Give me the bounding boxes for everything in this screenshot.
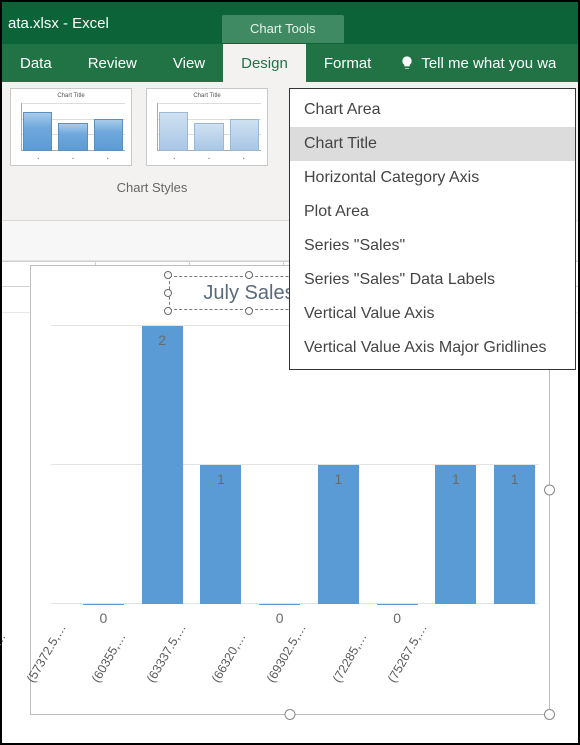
title-handle[interactable] (245, 271, 253, 279)
lightbulb-icon (399, 55, 415, 71)
title-handle[interactable] (245, 307, 253, 315)
dd-vertical-value-axis[interactable]: Vertical Value Axis (290, 297, 575, 331)
chart-style-thumb-2[interactable]: Chart Title ▪▪▪ (146, 88, 268, 166)
title-handle[interactable] (164, 289, 172, 297)
dd-chart-area[interactable]: Chart Area (290, 93, 575, 127)
ribbon-tabs: Data Review View Design Format Tell me w… (2, 44, 578, 82)
bar[interactable]: 0 (81, 326, 126, 604)
data-label: 1 (452, 471, 460, 487)
window-title: ata.xlsx - Excel (2, 15, 222, 32)
data-label: 1 (217, 471, 225, 487)
chart-resize-handle-corner[interactable] (544, 709, 555, 720)
tab-review[interactable]: Review (70, 44, 155, 82)
dd-horizontal-category-axis[interactable]: Horizontal Category Axis (290, 161, 575, 195)
bar[interactable]: 1 (199, 326, 244, 604)
bar[interactable]: 2 (140, 326, 185, 604)
x-axis-labels: (54390,…(57372.5,…(60355,…(63337.5,…(663… (81, 608, 537, 708)
dd-vertical-value-axis-gridlines[interactable]: Vertical Value Axis Major Gridlines (290, 331, 575, 365)
data-label: 1 (511, 471, 519, 487)
chart-style-thumb-1[interactable]: Chart Title ▪▪▪ (10, 88, 132, 166)
tell-me-label: Tell me what you wa (421, 55, 556, 72)
dd-plot-area[interactable]: Plot Area (290, 195, 575, 229)
dd-chart-title[interactable]: Chart Title (290, 127, 575, 161)
ribbon-group-label: Chart Styles (10, 180, 294, 195)
tab-view[interactable]: View (155, 44, 223, 82)
chart-resize-handle-bottom[interactable] (285, 709, 296, 720)
dd-series-sales-data-labels[interactable]: Series "Sales" Data Labels (290, 263, 575, 297)
data-label: 1 (334, 471, 342, 487)
contextual-tab-chart-tools: Chart Tools (222, 15, 344, 43)
dd-series-sales[interactable]: Series "Sales" (290, 229, 575, 263)
tab-design[interactable]: Design (223, 44, 306, 82)
chart-element-dropdown[interactable]: Chart Area Chart Title Horizontal Catego… (289, 88, 576, 370)
title-handle[interactable] (164, 307, 172, 315)
chart-resize-handle-right[interactable] (544, 485, 555, 496)
app-window: ata.xlsx - Excel Chart Tools Data Review… (0, 0, 580, 745)
tab-data[interactable]: Data (2, 44, 70, 82)
title-handle[interactable] (164, 271, 172, 279)
tell-me-search[interactable]: Tell me what you wa (389, 44, 556, 82)
tab-format[interactable]: Format (306, 44, 390, 82)
data-label: 2 (158, 332, 166, 348)
titlebar: ata.xlsx - Excel Chart Tools (2, 2, 578, 44)
